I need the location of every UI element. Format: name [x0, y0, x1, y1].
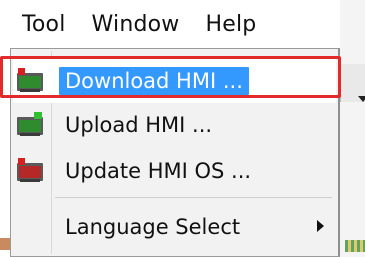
- upload-hmi-icon: [17, 112, 43, 136]
- background-toolbar-icon: [345, 240, 365, 252]
- update-hmi-os-icon: [17, 158, 43, 182]
- download-hmi-icon: [17, 68, 43, 92]
- menu-item-download-hmi[interactable]: Download HMI ...: [13, 59, 336, 103]
- menu-separator: [55, 197, 332, 198]
- menu-help[interactable]: Help: [206, 12, 257, 37]
- submenu-arrow-icon: [317, 220, 324, 232]
- tool-dropdown-menu: Download HMI ... Upload HMI ... Update H…: [10, 48, 340, 257]
- menu-window[interactable]: Window: [92, 12, 180, 37]
- menu-item-upload-hmi[interactable]: Upload HMI ...: [13, 103, 336, 147]
- background-dropdown-arrow-icon: [358, 96, 365, 102]
- menu-item-language-select[interactable]: Language Select: [13, 205, 336, 249]
- menu-item-label: Language Select: [65, 215, 241, 239]
- background-app-panel: [340, 0, 365, 257]
- menu-bar: Tool Window Help: [10, 0, 340, 48]
- background-toolbar-icon-left: [0, 238, 10, 250]
- menu-tool[interactable]: Tool: [22, 12, 66, 37]
- menu-item-label: Upload HMI ...: [65, 113, 213, 137]
- menu-item-label: Update HMI OS ...: [65, 159, 252, 183]
- menu-item-update-hmi-os[interactable]: Update HMI OS ...: [13, 149, 336, 193]
- menu-item-label: Download HMI ...: [59, 67, 249, 95]
